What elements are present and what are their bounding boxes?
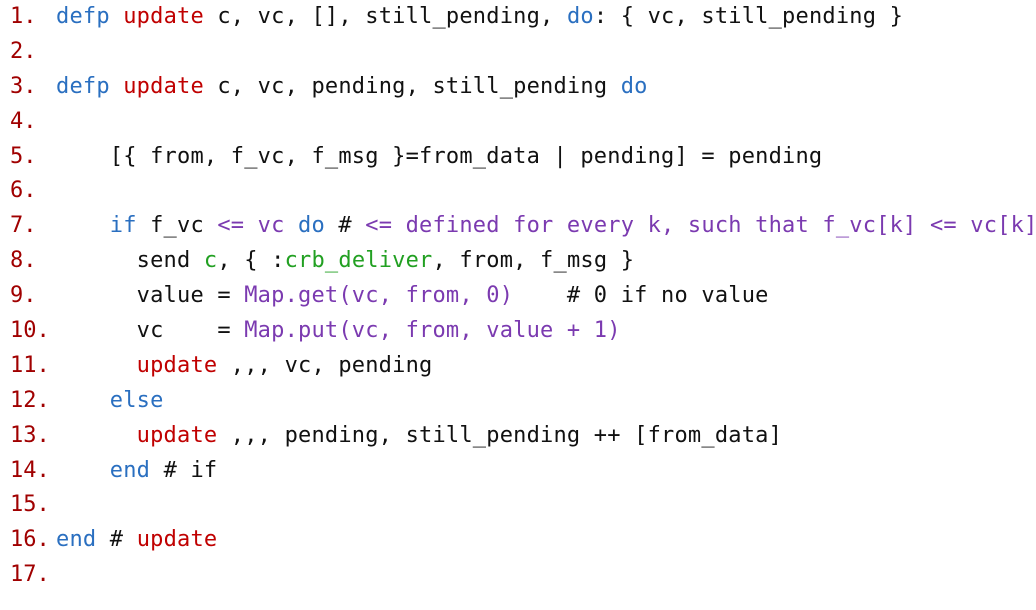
code-token: defp — [56, 73, 110, 99]
code-token: ,,, vc, pending — [217, 352, 433, 378]
code-token: Map.get(vc, from, 0) — [244, 283, 514, 309]
code-line: 13. update ,,, pending, still_pending ++… — [10, 419, 1030, 454]
code-token: update — [123, 4, 204, 29]
code-line: 8. send c, { :crb_deliver, from, f_msg } — [10, 244, 1030, 279]
code-line: 2. — [10, 35, 1030, 70]
code-text: update ,,, vc, pending — [56, 349, 433, 384]
code-token: <= defined for every k, such that f_vc[k… — [365, 213, 1036, 239]
code-text: if f_vc <= vc do # <= defined for every … — [56, 209, 1036, 244]
code-text: end # update — [56, 523, 217, 558]
code-text: send c, { :crb_deliver, from, f_msg } — [56, 244, 634, 279]
code-token: c — [203, 248, 218, 274]
code-line: 12. else — [10, 384, 1030, 419]
code-listing: 1. defp update c, vc, [], still_pending, … — [10, 0, 1036, 593]
line-number: 3. — [10, 73, 37, 99]
line-number: 4. — [10, 108, 37, 134]
code-token: c, vc, [], still_pending, — [203, 4, 567, 29]
line-number: 17. — [10, 562, 50, 588]
code-line: 15. — [10, 488, 1030, 523]
code-token: do — [620, 73, 648, 99]
code-line: 9. value = Map.get(vc, from, 0) # 0 if n… — [10, 279, 1030, 314]
code-line: 1. defp update c, vc, [], still_pending, … — [10, 0, 1030, 35]
code-token: if — [109, 213, 137, 239]
code-line: 10. vc = Map.put(vc, from, value + 1) — [10, 314, 1030, 349]
code-text: vc = Map.put(vc, from, value + 1) — [56, 314, 621, 349]
code-token: update — [123, 73, 204, 99]
code-token: value = — [56, 283, 245, 309]
code-token: vc — [244, 213, 299, 239]
code-token: # if — [150, 457, 218, 483]
code-text: value = Map.get(vc, from, 0) # 0 if no v… — [56, 279, 769, 314]
code-token: crb_deliver — [284, 248, 433, 274]
line-number: 2. — [10, 38, 37, 64]
code-token: , { : — [217, 248, 285, 274]
code-line: 14. end # if — [10, 454, 1030, 489]
code-token: f_vc — [136, 213, 218, 239]
line-number: 12. — [10, 387, 50, 413]
code-line: 6. — [10, 174, 1030, 209]
code-token: : { vc, still_pending } — [593, 4, 904, 29]
code-token: defp — [56, 4, 110, 29]
code-token: # — [96, 527, 137, 553]
code-token: c, vc, pending, still_pending — [203, 73, 621, 99]
code-line: 7. if f_vc <= vc do # <= defined for eve… — [10, 209, 1036, 244]
code-token: Map.put(vc, from, value + 1) — [244, 318, 621, 344]
code-token: [{ from, f_vc, f_msg }=from_data | pendi… — [56, 143, 823, 169]
code-token: send — [56, 248, 204, 274]
code-token: do — [566, 4, 594, 29]
code-token: <= — [217, 213, 245, 239]
code-token: update — [136, 352, 218, 378]
line-number: 6. — [10, 178, 37, 204]
code-text: defp update c, vc, pending, still_pendin… — [56, 70, 648, 105]
code-token: update — [136, 527, 218, 553]
code-text: [{ from, f_vc, f_msg }=from_data | pendi… — [56, 140, 822, 175]
code-text: end # if — [56, 454, 217, 489]
code-token: # 0 if no value — [513, 283, 769, 309]
line-number: 7. — [10, 213, 37, 239]
code-token: end — [56, 527, 97, 553]
code-line: 11. update ,,, vc, pending — [10, 349, 1030, 384]
line-number: 9. — [10, 283, 37, 309]
line-number: 10. — [10, 318, 50, 344]
code-line: 3. defp update c, vc, pending, still_pend… — [10, 70, 1030, 105]
code-line: 4. — [10, 105, 1030, 140]
line-number: 8. — [10, 248, 37, 274]
line-number: 16. — [10, 527, 50, 553]
code-text: defp update c, vc, [], still_pending, do… — [56, 0, 903, 35]
code-token: # — [324, 213, 366, 239]
code-token: do — [298, 213, 325, 239]
code-token: else — [109, 387, 164, 413]
code-line: 5. [{ from, f_vc, f_msg }=from_data | pe… — [10, 140, 1030, 175]
line-number: 1. — [10, 4, 37, 29]
code-line: 16. end # update — [10, 523, 1030, 558]
code-token: end — [109, 457, 151, 483]
code-token: , from, f_msg } — [432, 248, 635, 274]
code-token: vc = — [56, 318, 245, 344]
line-number: 5. — [10, 143, 37, 169]
code-token: update — [136, 422, 218, 448]
code-token: ,,, pending, still_pending ++ [from_data… — [217, 422, 783, 448]
line-number: 14. — [10, 457, 50, 483]
line-number: 13. — [10, 422, 50, 448]
line-number: 11. — [10, 352, 50, 378]
code-line: 17. — [10, 558, 1030, 593]
code-text: else — [56, 384, 164, 419]
line-number: 15. — [10, 492, 50, 518]
code-text: update ,,, pending, still_pending ++ [fr… — [56, 419, 782, 454]
